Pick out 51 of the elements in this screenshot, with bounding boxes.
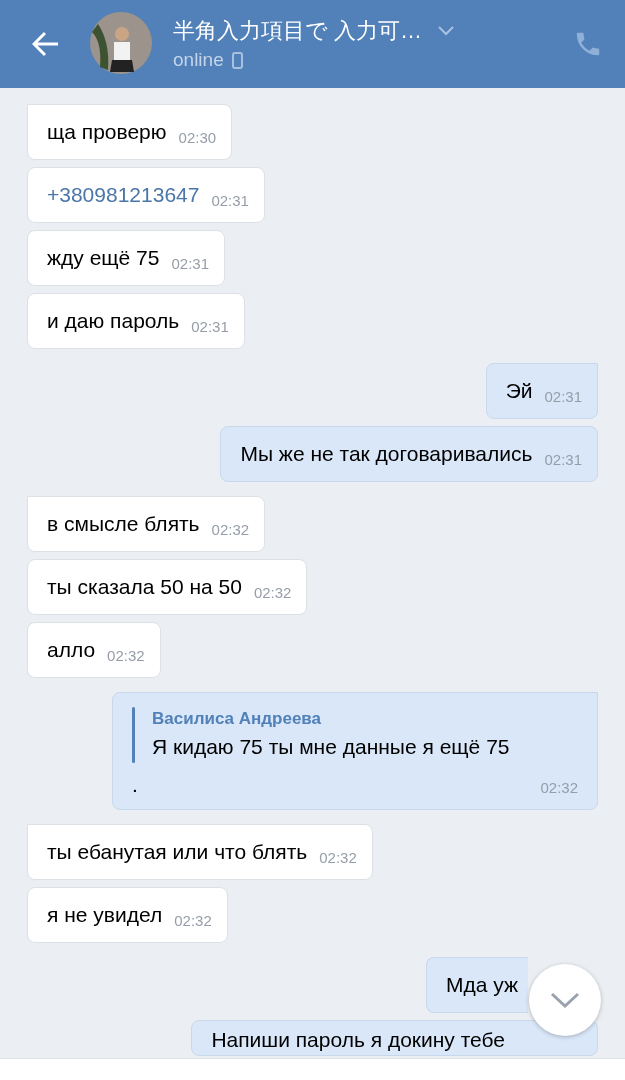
- message-bubble[interactable]: Василиса Андреева Я кидаю 75 ты мне данные я ещё 75 . 02:32: [112, 692, 598, 810]
- message-text: и даю пароль: [47, 308, 180, 334]
- message-bubble[interactable]: в смысле блять 02:32: [27, 496, 266, 552]
- chevron-down-icon[interactable]: [438, 25, 455, 36]
- quote-author: Василиса Андреева: [152, 708, 323, 730]
- message-text: ща проверю: [47, 119, 167, 145]
- quote-bar: [132, 707, 135, 763]
- message-time: 02:32: [174, 910, 212, 931]
- message-bubble[interactable]: ты ебанутая или что блять 02:32: [27, 824, 373, 880]
- message-time: 02:30: [178, 127, 217, 148]
- message-time: 02:31: [211, 190, 249, 211]
- message-text: Напиши пароль я докину тебе: [211, 1027, 505, 1053]
- message-text: Эй: [505, 378, 533, 404]
- scroll-down-button[interactable]: [529, 964, 601, 1036]
- message-bubble[interactable]: Напиши пароль я докину тебе: [191, 1020, 598, 1056]
- message-time: 02:31: [171, 253, 209, 274]
- online-status: online: [173, 48, 224, 72]
- message-bubble[interactable]: и даю пароль 02:31: [27, 293, 245, 349]
- message-text: .: [132, 772, 138, 798]
- back-icon[interactable]: [32, 31, 60, 57]
- chat-title[interactable]: 半角入力項目で 入力可…: [173, 14, 423, 47]
- message-text: Мы же не так договаривались: [240, 441, 533, 467]
- message-time: 02:32: [211, 519, 250, 540]
- phone-device-icon: [231, 51, 243, 69]
- message-bubble[interactable]: ты сказала 50 на 50 02:32: [27, 559, 308, 615]
- quoted-message: Я кидаю 75 ты мне данные я ещё 75: [152, 734, 510, 760]
- message-bubble[interactable]: +380981213647 02:31: [27, 167, 265, 223]
- chevron-down-icon: [550, 992, 580, 1008]
- message-bubble[interactable]: жду ещё 75 02:31: [27, 230, 225, 286]
- message-text: алло: [47, 637, 96, 663]
- phone-link[interactable]: +380981213647: [47, 182, 200, 208]
- message-text: жду ещё 75: [47, 245, 160, 271]
- avatar[interactable]: [90, 12, 152, 74]
- message-text: ты ебанутая или что блять: [47, 839, 308, 865]
- message-time: 02:32: [319, 847, 357, 868]
- message-time: 02:31: [544, 386, 582, 407]
- message-text: в смысле блять: [47, 511, 200, 537]
- message-bubble[interactable]: алло 02:32: [27, 622, 161, 678]
- message-time: 02:32: [540, 777, 578, 798]
- message-text: Мда уж: [445, 972, 518, 998]
- message-text: ты сказала 50 на 50: [47, 574, 242, 600]
- message-time: 02:32: [107, 645, 145, 666]
- message-bubble[interactable]: Мы же не так договаривались 02:31: [220, 426, 598, 482]
- message-bubble[interactable]: я не увидел 02:32: [27, 887, 228, 943]
- message-bubble[interactable]: Мда уж: [425, 957, 528, 1013]
- message-bubble[interactable]: ща проверю 02:30: [27, 104, 233, 160]
- message-text: я не увидел: [47, 902, 163, 928]
- message-bubble[interactable]: Эй 02:31: [485, 363, 598, 419]
- message-time: 02:31: [191, 316, 229, 337]
- message-time: 02:31: [544, 449, 582, 470]
- message-time: 02:32: [253, 582, 292, 603]
